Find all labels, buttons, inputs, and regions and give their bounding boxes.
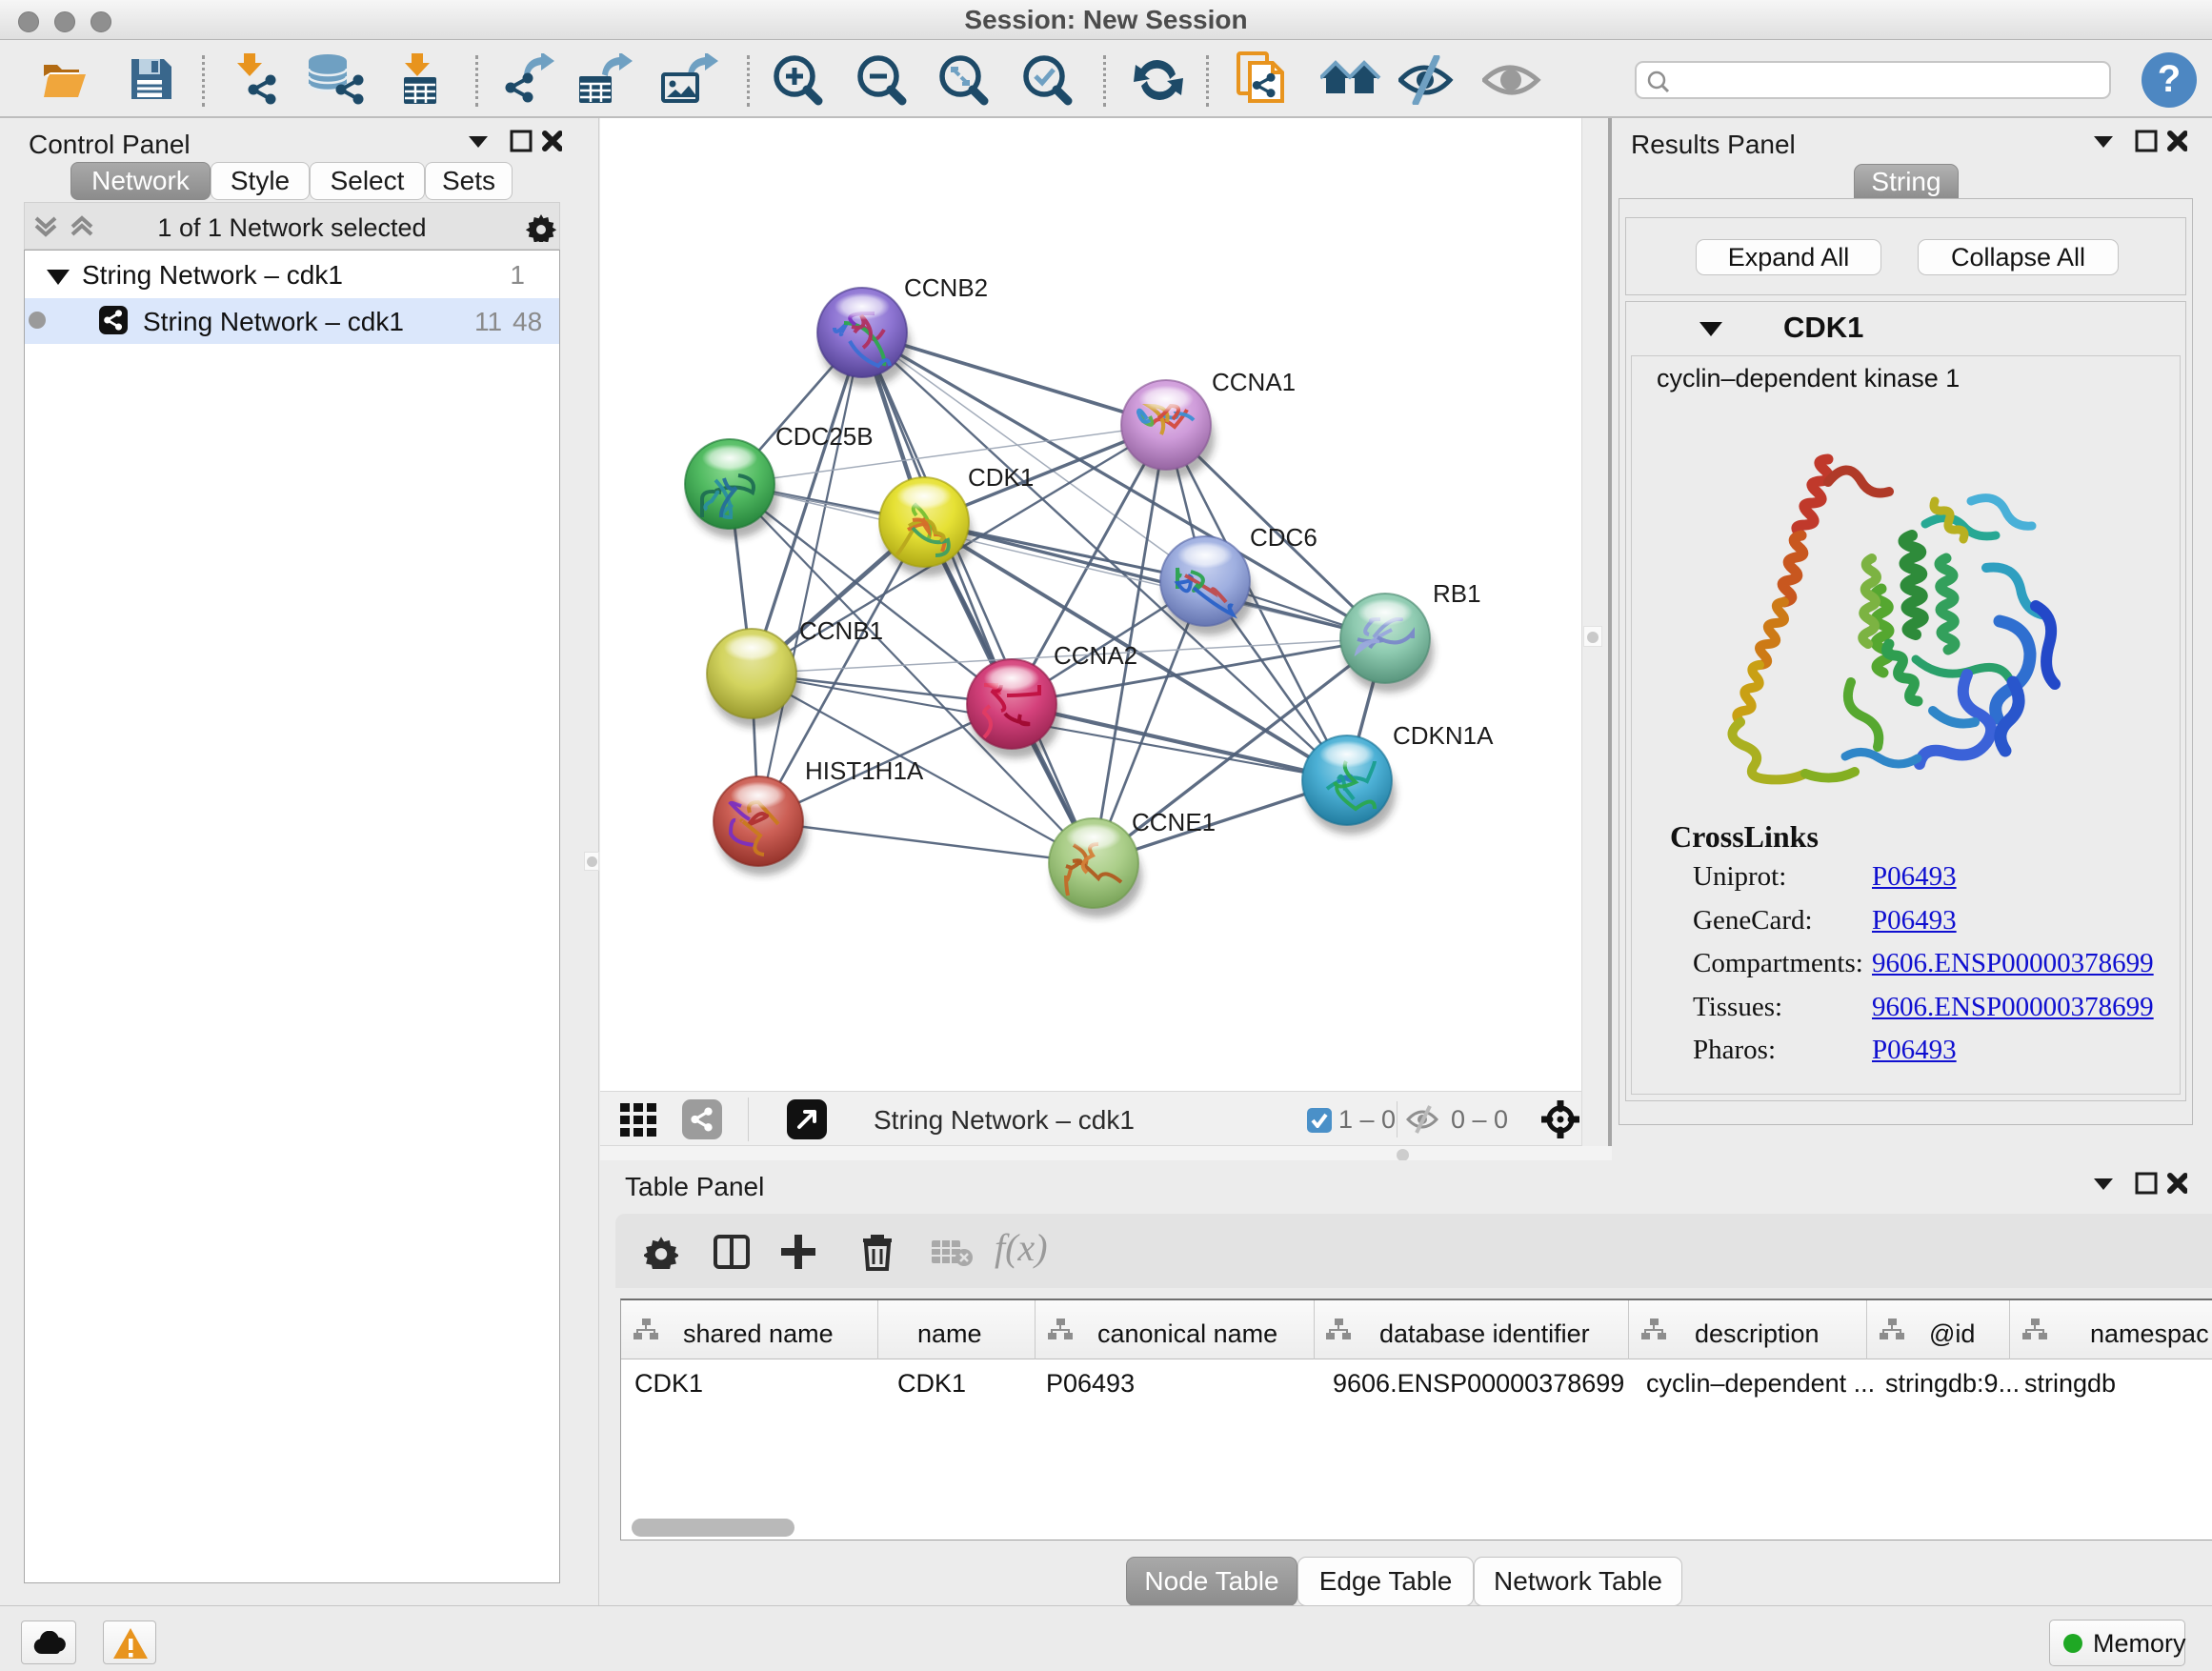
svg-text:CDK1: CDK1	[968, 463, 1034, 492]
svg-text:CCNA1: CCNA1	[1212, 368, 1296, 396]
svg-text:CCNB1: CCNB1	[799, 616, 883, 645]
svg-text:CCNE1: CCNE1	[1132, 808, 1216, 836]
svg-text:CDC6: CDC6	[1250, 523, 1317, 552]
svg-text:CDKN1A: CDKN1A	[1393, 721, 1494, 750]
svg-text:RB1: RB1	[1433, 579, 1481, 608]
svg-text:HIST1H1A: HIST1H1A	[805, 756, 924, 785]
svg-text:CCNA2: CCNA2	[1054, 641, 1137, 670]
svg-text:CCNB2: CCNB2	[904, 273, 988, 302]
svg-text:CDC25B: CDC25B	[775, 422, 874, 451]
